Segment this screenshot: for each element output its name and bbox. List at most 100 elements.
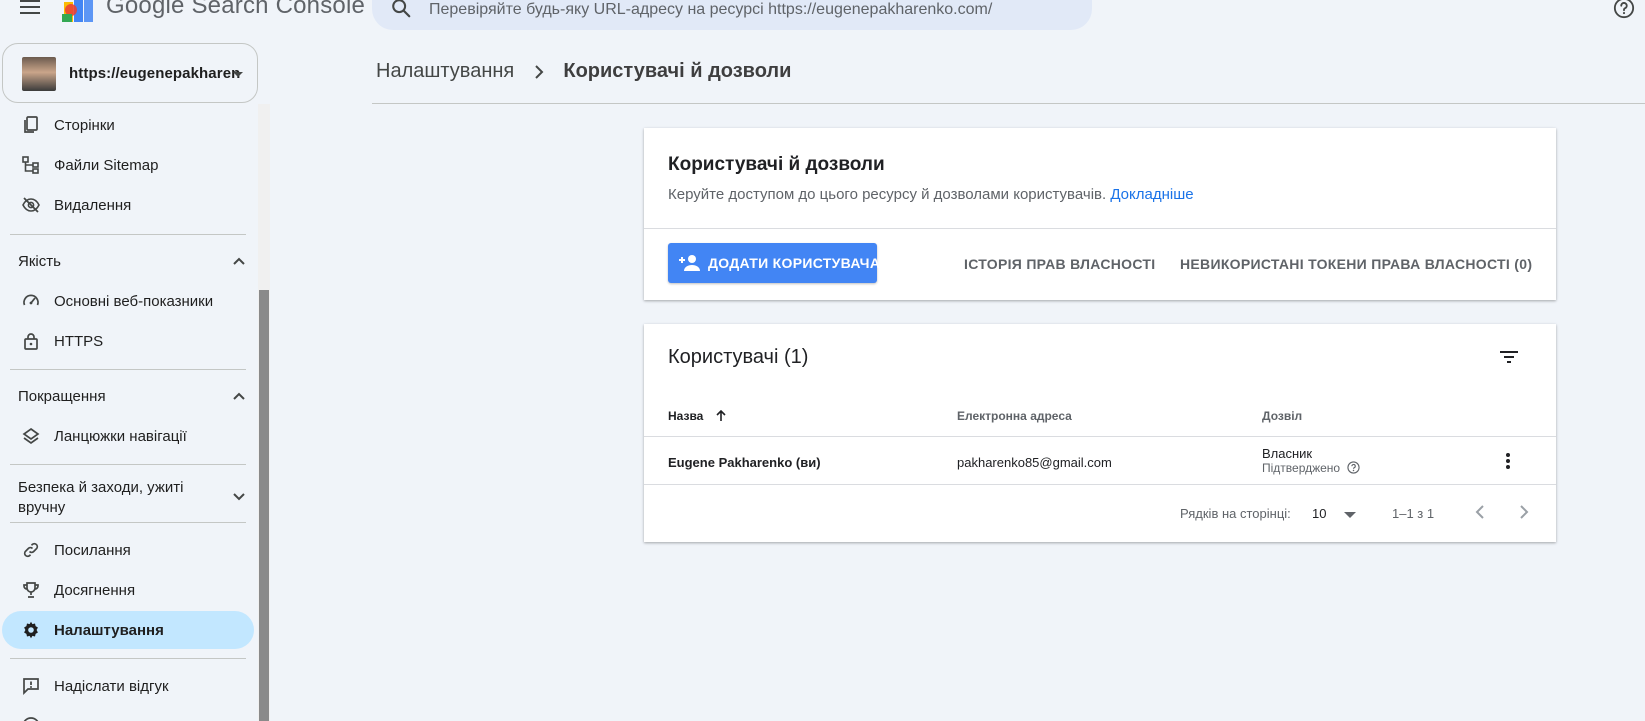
- sidebar-item-core-web-vitals[interactable]: Основні веб-показники: [2, 282, 254, 320]
- sidebar-item-label: Сторінки: [54, 117, 115, 134]
- property-url: https://eugenepakharen: [69, 65, 241, 82]
- sidebar-item-achievements[interactable]: Досягнення: [2, 571, 254, 609]
- sidebar-item-pages[interactable]: Сторінки: [2, 106, 254, 144]
- sidebar-item-label: Налаштування: [54, 622, 164, 639]
- description-text: Керуйте доступом до цього ресурсу й дозв…: [668, 186, 1107, 203]
- search-icon: [392, 0, 411, 18]
- sidebar-item-label: Файли Sitemap: [54, 157, 159, 174]
- user-permission: Власник: [1262, 446, 1313, 461]
- sidebar-item-https[interactable]: HTTPS: [2, 322, 254, 360]
- divider: [372, 103, 1645, 104]
- visibility-off-icon: [22, 197, 40, 213]
- card-title: Користувачі й дозволи: [668, 154, 885, 175]
- divider: [644, 228, 1556, 229]
- verification-status: Підтверджено: [1262, 461, 1361, 475]
- column-header-label: Назва: [668, 409, 704, 423]
- gear-icon: [24, 621, 38, 639]
- rows-per-page-label: Рядків на сторінці:: [1180, 506, 1291, 521]
- info-icon: [23, 717, 39, 721]
- sidebar-item-removals[interactable]: Видалення: [2, 186, 254, 224]
- divider: [644, 436, 1556, 437]
- section-quality[interactable]: Якість: [0, 244, 256, 280]
- sidebar-item-label: Ланцюжки навігації: [54, 428, 187, 445]
- section-enhancements[interactable]: Покращення: [0, 379, 256, 415]
- sidebar-item-breadcrumbs[interactable]: Ланцюжки навігації: [2, 417, 254, 455]
- chevron-right-icon: [535, 65, 544, 79]
- permissions-card: Користувачі й дозволи Керуйте доступом д…: [644, 128, 1556, 300]
- add-user-button[interactable]: ДОДАТИ КОРИСТУВАЧА: [668, 243, 881, 283]
- pagination-range: 1–1 з 1: [1392, 506, 1435, 521]
- card-description: Керуйте доступом до цього ресурсу й дозв…: [668, 186, 1194, 203]
- help-icon[interactable]: [1347, 461, 1361, 474]
- url-inspection-search[interactable]: Перевіряйте будь-яку URL-адресу на ресур…: [372, 0, 1092, 30]
- divider: [10, 464, 246, 465]
- rows-per-page-value: 10: [1312, 506, 1327, 521]
- section-security[interactable]: Безпека й заходи, ужиті вручну: [0, 471, 256, 521]
- divider: [10, 658, 246, 659]
- column-header-email[interactable]: Електронна адреса: [957, 409, 1072, 423]
- card-title: Користувачі (1): [668, 346, 809, 368]
- menu-icon[interactable]: [18, 0, 42, 20]
- learn-more-link[interactable]: Докладніше: [1110, 186, 1193, 203]
- chevron-down-icon: [233, 72, 243, 77]
- sidebar-item-label: Посилання: [54, 542, 131, 559]
- speed-icon: [23, 294, 39, 306]
- more-vert-icon[interactable]: [1504, 451, 1512, 471]
- search-input[interactable]: Перевіряйте будь-яку URL-адресу на ресур…: [429, 1, 992, 19]
- sidebar-item-sitemaps[interactable]: Файли Sitemap: [2, 146, 254, 184]
- column-header-permission[interactable]: Дозвіл: [1262, 409, 1302, 423]
- section-label: Безпека й заходи, ужиті вручну: [18, 479, 184, 516]
- sidebar-item-label: Видалення: [54, 197, 132, 214]
- lock-icon: [24, 333, 38, 350]
- sidebar-item-label: Досягнення: [54, 582, 136, 599]
- link-icon: [23, 542, 39, 558]
- filter-icon[interactable]: [1496, 344, 1522, 370]
- page-title: Користувачі й дозволи: [563, 60, 792, 82]
- add-user-label: ДОДАТИ КОРИСТУВАЧА: [708, 255, 881, 271]
- sidebar-item-label: Основні веб-показники: [54, 293, 214, 310]
- sidebar-item-label: Надіслати відгук: [54, 678, 169, 695]
- top-bar: Google Search Console Перевіряйте будь-я…: [0, 0, 1645, 34]
- app-logo-text: Google Search Console: [106, 0, 366, 19]
- previous-page-icon[interactable]: [1468, 500, 1492, 524]
- sitemap-icon: [22, 156, 39, 174]
- breadcrumb: Налаштування Користувачі й дозволи: [376, 60, 791, 83]
- sidebar-item-label: HTTPS: [54, 333, 104, 350]
- chevron-up-icon: [233, 257, 245, 265]
- sidebar-item-partial[interactable]: [2, 707, 254, 721]
- status-label: Підтверджено: [1262, 461, 1341, 475]
- feedback-icon: [23, 678, 39, 696]
- layers-icon: [22, 427, 40, 445]
- section-label: Якість: [18, 253, 61, 270]
- user-name: Eugene Pakharenko (ви): [668, 455, 821, 470]
- dropdown-arrow-icon: [1344, 512, 1356, 518]
- rows-per-page-select[interactable]: 10: [1312, 504, 1364, 526]
- sidebar-item-links[interactable]: Посилання: [2, 531, 254, 569]
- users-card: Користувачі (1) Назва Електронна адреса …: [644, 324, 1556, 542]
- help-icon[interactable]: [1613, 0, 1635, 19]
- column-header-name[interactable]: Назва: [668, 409, 727, 423]
- property-selector[interactable]: https://eugenepakharen: [2, 43, 258, 103]
- divider: [10, 369, 246, 370]
- pages-icon: [24, 116, 38, 133]
- user-email: pakharenko85@gmail.com: [957, 455, 1112, 470]
- avatar: [22, 57, 56, 91]
- unused-tokens-button[interactable]: НЕВИКОРИСТАНІ ТОКЕНИ ПРАВА ВЛАСНОСТІ (0): [1180, 256, 1532, 272]
- trophy-icon: [23, 582, 39, 598]
- divider: [10, 234, 246, 235]
- divider: [10, 522, 246, 523]
- chevron-down-icon: [233, 493, 245, 501]
- arrow-up-icon: [716, 410, 726, 421]
- sidebar: Сторінки Файли Sitemap Видалення Якість …: [0, 104, 258, 721]
- divider: [644, 484, 1556, 485]
- sidebar-item-settings[interactable]: Налаштування: [2, 611, 254, 649]
- search-console-logo-icon: [62, 0, 93, 22]
- ownership-history-button[interactable]: ІСТОРІЯ ПРАВ ВЛАСНОСТІ: [964, 256, 1155, 272]
- sidebar-scrollbar-thumb[interactable]: [259, 290, 269, 721]
- next-page-icon[interactable]: [1512, 500, 1536, 524]
- section-label: Покращення: [18, 388, 106, 405]
- chevron-up-icon: [233, 392, 245, 400]
- breadcrumb-settings-link[interactable]: Налаштування: [376, 60, 514, 82]
- person-add-icon: [679, 255, 700, 271]
- sidebar-item-feedback[interactable]: Надіслати відгук: [2, 667, 254, 705]
